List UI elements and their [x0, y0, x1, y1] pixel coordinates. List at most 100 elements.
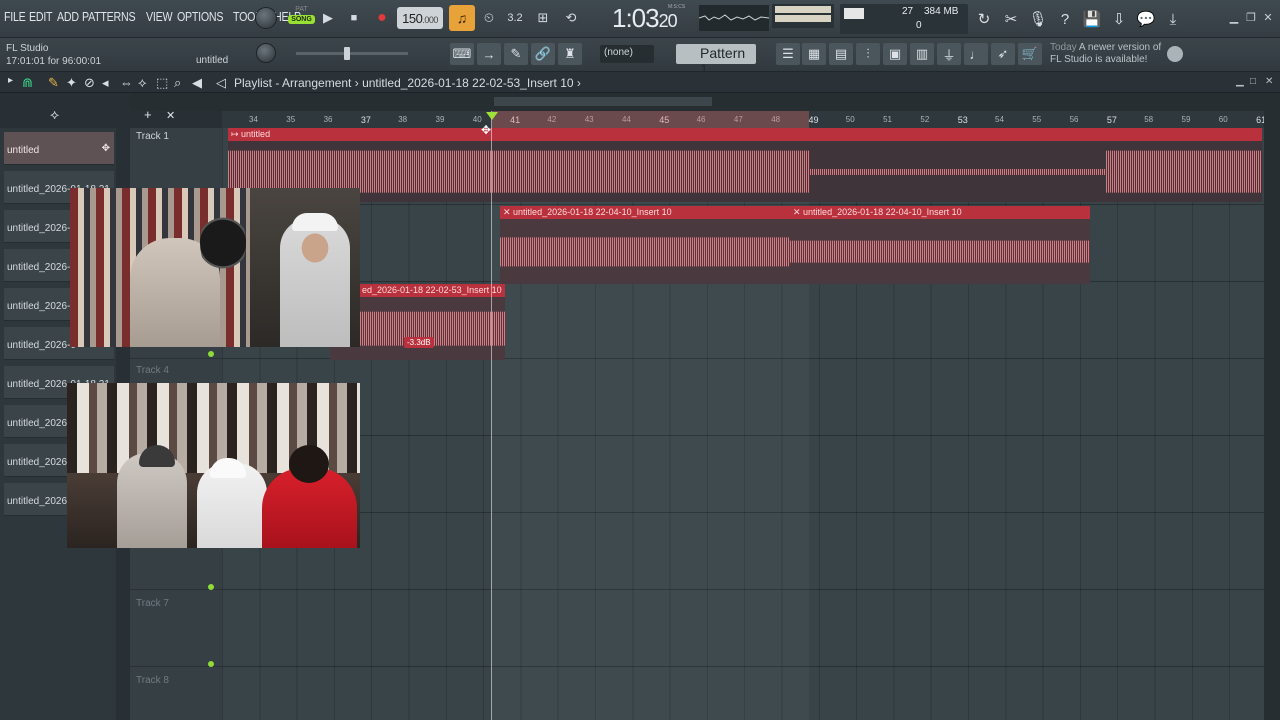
- pat-label: PAT: [295, 6, 308, 13]
- minimize-icon[interactable]: ▁: [1227, 12, 1241, 24]
- waveform: [228, 150, 810, 193]
- help-icon[interactable]: ?: [1053, 6, 1077, 32]
- link-icon[interactable]: 🔗: [531, 43, 555, 65]
- download-icon[interactable]: ⤓: [1161, 6, 1185, 32]
- cut-icon[interactable]: ✂: [999, 6, 1023, 32]
- track-mute-led[interactable]: [208, 661, 214, 667]
- pat-song-toggle[interactable]: PAT SONG: [288, 6, 315, 32]
- undo-icon[interactable]: ↻: [972, 6, 996, 32]
- playlist-minimize-icon[interactable]: ▁: [1236, 76, 1244, 87]
- master-volume-knob[interactable]: [255, 7, 277, 29]
- close-icon[interactable]: ✕: [1261, 12, 1275, 24]
- piano-icon[interactable]: ⌨: [450, 43, 474, 65]
- ruler-bar-number: 38: [398, 115, 408, 124]
- song-position[interactable]: 1:0320: [612, 3, 678, 34]
- ruler-bar-number: 51: [883, 115, 892, 124]
- scroll-thumb[interactable]: [494, 97, 712, 106]
- tempo-display[interactable]: 150.000: [397, 7, 443, 29]
- record-button[interactable]: ●: [370, 6, 394, 30]
- wait-input-icon[interactable]: ⏲: [477, 6, 501, 30]
- slice-icon[interactable]: ⟡: [138, 75, 147, 91]
- news-when: Today: [1050, 42, 1077, 53]
- audio-clip[interactable]: ✕ untitled_2026-01-18 22-04-10_Insert 10: [790, 206, 1090, 284]
- stop-button[interactable]: ■: [342, 6, 366, 30]
- master-slider[interactable]: [296, 47, 408, 60]
- stamp-icon[interactable]: ♜: [558, 43, 582, 65]
- horizontal-scrollbar[interactable]: [130, 93, 1264, 111]
- ruler-bar-number: 53: [957, 115, 968, 125]
- webcam-overlay-bottom: [67, 383, 360, 548]
- ruler-bar-number: 52: [920, 115, 930, 124]
- select-icon[interactable]: ⬚: [156, 75, 168, 91]
- channel-rack-icon[interactable]: ▤: [829, 43, 853, 65]
- track-label: Track 1: [136, 131, 169, 142]
- status-panel: FL Studio 17:01:01 for 96:00:01: [6, 42, 101, 68]
- step-edit-icon[interactable]: ⊞: [531, 6, 555, 30]
- oscilloscope: [698, 5, 770, 31]
- pencil-icon[interactable]: ✎: [48, 75, 59, 91]
- person: [280, 218, 350, 347]
- audio-clip[interactable]: ✕ untitled_2026-01-18 22-04-10_Insert 10: [500, 206, 790, 284]
- menu-add[interactable]: ADD: [57, 9, 79, 24]
- speaker-icon[interactable]: ◁: [216, 75, 226, 91]
- tempo-tap-icon[interactable]: ♩: [964, 43, 988, 65]
- piano-roll-icon[interactable]: ▦: [802, 43, 826, 65]
- save-icon[interactable]: 💾: [1080, 6, 1104, 32]
- playlist-close-icon[interactable]: ✕: [1265, 76, 1273, 87]
- expand-icon[interactable]: ▸: [8, 75, 13, 86]
- chat-icon[interactable]: 💬: [1134, 6, 1158, 32]
- paint-icon[interactable]: ✦: [66, 75, 77, 91]
- waveform-icon[interactable]: ⟡: [50, 106, 59, 123]
- cart-icon[interactable]: 🛒: [1018, 43, 1042, 65]
- menu-options[interactable]: OPTIONS: [177, 9, 224, 24]
- pattern-selector[interactable]: Pattern 1: [676, 44, 756, 77]
- microphone-icon: [200, 208, 246, 278]
- delete-icon[interactable]: ⊘: [84, 75, 95, 91]
- news-panel[interactable]: Today A newer version of FL Studio is av…: [1050, 42, 1161, 66]
- slip-icon[interactable]: ⇔: [120, 75, 133, 90]
- menu-edit[interactable]: EDIT: [29, 9, 53, 24]
- microphone-icon[interactable]: 🎙: [1026, 6, 1050, 32]
- metronome-icon[interactable]: ♫: [449, 5, 475, 31]
- globe-icon[interactable]: [1167, 46, 1183, 62]
- bird-icon[interactable]: ➶: [991, 43, 1015, 65]
- playlist-maximize-icon[interactable]: □: [1250, 76, 1256, 87]
- menu-view[interactable]: VIEW: [146, 9, 173, 24]
- export-icon[interactable]: ⇩: [1107, 6, 1131, 32]
- play-button[interactable]: ▶: [316, 6, 340, 30]
- track-header[interactable]: Track 7: [130, 590, 222, 667]
- plug-icon[interactable]: ⏚: [937, 43, 961, 65]
- loop-record-icon[interactable]: ⟲: [559, 6, 583, 30]
- track-mute-led[interactable]: [208, 584, 214, 590]
- track-mute-led[interactable]: [208, 351, 214, 357]
- track-header[interactable]: Track 8: [130, 667, 222, 720]
- master-pitch-knob[interactable]: [256, 43, 276, 63]
- playlist-icon[interactable]: ☰: [776, 43, 800, 65]
- mixer-icon[interactable]: ⫶: [856, 43, 880, 65]
- slider-handle[interactable]: [344, 47, 350, 60]
- playhead-marker[interactable]: [486, 112, 498, 120]
- magnet-icon[interactable]: ⋒: [22, 75, 33, 91]
- loop-range[interactable]: [492, 111, 809, 128]
- ruler-bar-number: 36: [323, 115, 333, 124]
- song-label: SONG: [288, 15, 315, 24]
- channel-select[interactable]: (none): [600, 45, 654, 63]
- browser-icon[interactable]: ▣: [883, 43, 907, 65]
- picker-item[interactable]: untitled ✥: [4, 132, 114, 165]
- audio-clip[interactable]: ↦ untitled: [228, 128, 1262, 202]
- ruler-bar-number: 59: [1181, 115, 1191, 124]
- countdown-icon[interactable]: 3.2: [503, 6, 527, 30]
- playhead-line: [491, 111, 492, 720]
- vertical-scrollbar[interactable]: [1264, 93, 1280, 720]
- menu-patterns[interactable]: PATTERNS: [82, 9, 136, 24]
- plugin-icon[interactable]: ▥: [910, 43, 934, 65]
- menu-file[interactable]: FILE: [4, 9, 26, 24]
- cpu-ram-monitor: 27 384 MB 0: [840, 4, 968, 34]
- restore-icon[interactable]: ❐: [1244, 12, 1258, 24]
- cap: [292, 213, 338, 231]
- playback-icon[interactable]: ◀: [192, 75, 202, 91]
- zoom-icon[interactable]: ⌕: [174, 75, 181, 91]
- arrow-icon[interactable]: →: [477, 43, 501, 65]
- draw-icon[interactable]: ✎: [504, 43, 528, 65]
- mute-icon[interactable]: ◂: [102, 75, 109, 91]
